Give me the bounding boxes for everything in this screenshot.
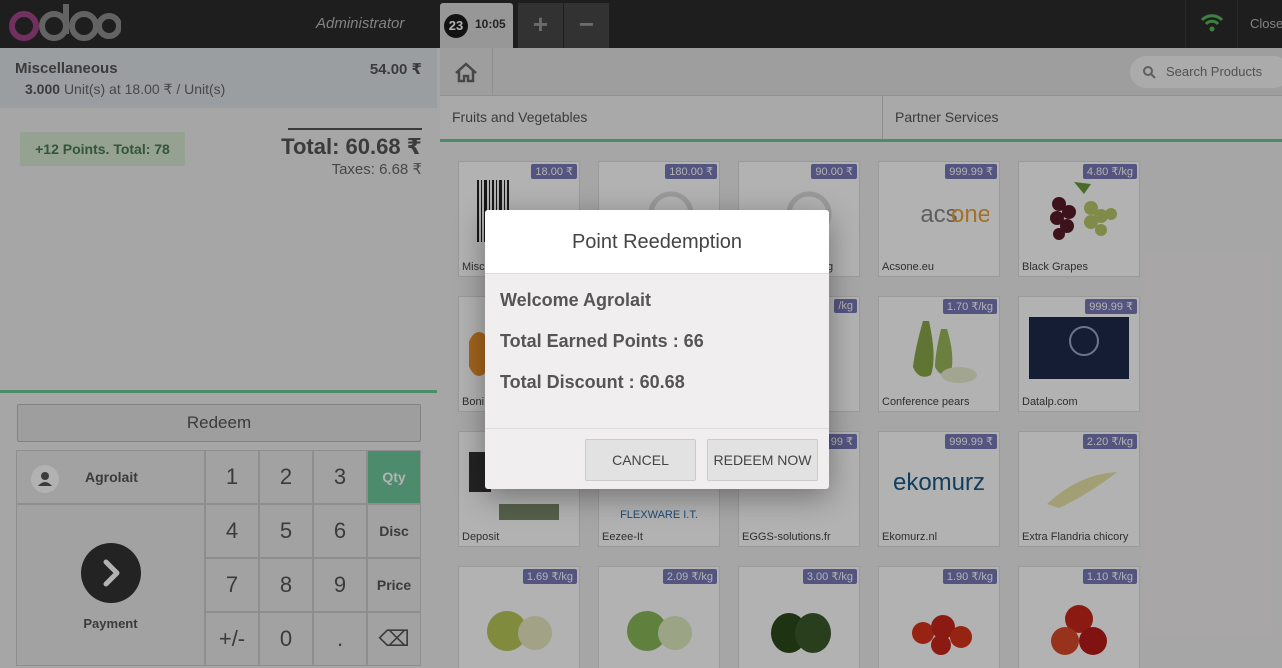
redeem-now-button[interactable]: REDEEM NOW <box>707 439 818 481</box>
earned-points-text: Total Earned Points : 66 <box>500 331 704 351</box>
dialog-body: Welcome Agrolait Total Earned Points : 6… <box>485 274 829 429</box>
dialog-title: Point Reedemption <box>485 210 829 274</box>
total-discount-text: Total Discount : 60.68 <box>500 372 685 392</box>
point-redemption-dialog: Point Reedemption Welcome Agrolait Total… <box>485 210 829 489</box>
welcome-text: Welcome Agrolait <box>500 290 652 310</box>
cancel-button[interactable]: CANCEL <box>585 439 696 481</box>
dialog-footer: CANCEL REDEEM NOW <box>485 429 829 488</box>
